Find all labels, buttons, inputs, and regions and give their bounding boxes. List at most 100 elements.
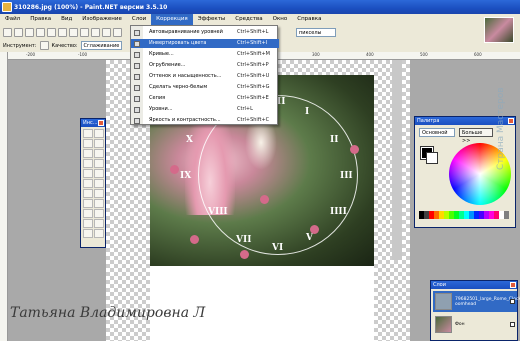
layer-item-background[interactable]: Фон — [433, 314, 517, 335]
clock-numeral: X — [186, 135, 193, 145]
print-icon[interactable] — [36, 27, 45, 37]
cut-icon[interactable] — [47, 27, 56, 37]
move-selection-icon[interactable] — [94, 139, 104, 148]
rounded-rect-icon[interactable] — [94, 219, 104, 228]
clone-stamp-icon[interactable] — [83, 199, 93, 208]
layer-item-clock[interactable]: 79682501_large_Rome_Clock_by_a_bl oomhea… — [433, 291, 520, 312]
canvas-scrollbar[interactable] — [392, 60, 402, 260]
palette-controls: Основной Больше >> — [419, 128, 493, 144]
menu-item-shortcut: Ctrl+Shift+L — [237, 29, 269, 35]
palette-mode-select[interactable]: Основной — [419, 128, 455, 137]
secondary-color-swatch[interactable] — [426, 152, 438, 164]
pan-icon[interactable] — [94, 159, 104, 168]
menu-adjustments[interactable]: Коррекция — [151, 14, 193, 25]
swatch[interactable] — [504, 211, 509, 219]
color-picker-icon[interactable] — [94, 189, 104, 198]
menu-utilities[interactable]: Средства — [230, 14, 267, 25]
menu-item-brightness-contrast[interactable]: Яркость и контрастность... Ctrl+Shift+C — [131, 116, 279, 125]
clock-numeral: V — [306, 233, 313, 243]
menu-item-shortcut: Ctrl+Shift+E — [237, 95, 269, 101]
quality-select[interactable]: Сглаживание — [80, 41, 123, 50]
adjustments-menu: Автовыравнивание уровней Ctrl+Shift+L Ин… — [130, 25, 279, 125]
redo-icon[interactable] — [113, 27, 122, 37]
rectangle-select-icon[interactable] — [83, 129, 93, 138]
clock-numeral: VI — [272, 243, 284, 253]
menu-item-levels[interactable]: Уровни... Ctrl+L — [131, 105, 279, 114]
watermark-text: Страна Мастеров — [496, 87, 506, 170]
menu-item-label: Оттенок и насыщенность... — [149, 73, 222, 79]
menu-item-shortcut: Ctrl+Shift+G — [237, 84, 270, 90]
more-button[interactable]: Больше >> — [459, 128, 493, 144]
layer-name: Фон — [455, 322, 465, 327]
quality-label: Качество: — [51, 42, 78, 49]
save-icon[interactable] — [25, 27, 34, 37]
crop-icon[interactable] — [80, 27, 89, 37]
rose — [240, 250, 249, 259]
window-title: 310286.jpg (100%) - Paint.NET версии 3.5… — [14, 3, 168, 11]
menu-edit[interactable]: Правка — [25, 14, 56, 25]
freeform-shape-icon[interactable] — [94, 229, 104, 238]
clock-numeral: I — [305, 107, 310, 117]
magic-wand-icon[interactable] — [83, 159, 93, 168]
menu-view[interactable]: Вид — [56, 14, 77, 25]
rectangle-icon[interactable] — [83, 219, 93, 228]
layer-visibility-checkbox[interactable] — [510, 299, 515, 304]
menu-image[interactable]: Изображение — [77, 14, 127, 25]
title-bar: 310286.jpg (100%) - Paint.NET версии 3.5… — [0, 0, 520, 14]
eraser-icon[interactable] — [94, 179, 104, 188]
menu-item-hue-saturation[interactable]: Оттенок и насыщенность... Ctrl+Shift+U — [131, 72, 279, 81]
color-swatches — [419, 211, 509, 219]
menu-item-label: Сепия — [149, 95, 166, 101]
menu-layers[interactable]: Слои — [127, 14, 151, 25]
image-thumbnail[interactable] — [484, 17, 514, 43]
paint-bucket-icon[interactable] — [83, 169, 93, 178]
tools-panel: Инс... — [80, 118, 106, 248]
ellipse-select-icon[interactable] — [83, 149, 93, 158]
menu-item-black-white[interactable]: Сделать черно-белым Ctrl+Shift+G — [131, 83, 279, 92]
tool-label: Инструмент: — [3, 42, 37, 49]
copy-icon[interactable] — [58, 27, 67, 37]
move-icon[interactable] — [94, 129, 104, 138]
clock-numeral: VII — [236, 235, 252, 245]
palette-title-text: Палитра — [417, 118, 440, 124]
menu-item-posterize[interactable]: Огрубление... Ctrl+Shift+P — [131, 61, 279, 70]
menu-item-shortcut: Ctrl+Shift+C — [237, 117, 270, 123]
line-icon[interactable] — [94, 209, 104, 218]
deselect-icon[interactable] — [91, 27, 100, 37]
clock-numeral: IX — [180, 171, 192, 181]
menu-item-curves[interactable]: Кривые... Ctrl+Shift+M — [131, 50, 279, 59]
paste-icon[interactable] — [69, 27, 78, 37]
zoom-icon[interactable] — [94, 149, 104, 158]
menu-effects[interactable]: Эффекты — [193, 14, 231, 25]
menu-item-shortcut: Ctrl+Shift+U — [237, 73, 270, 79]
sepia-icon — [134, 95, 140, 102]
close-icon[interactable] — [508, 118, 514, 124]
tool-select-icon[interactable] — [39, 41, 49, 50]
menu-help[interactable]: Справка — [292, 14, 326, 25]
menu-item-label: Инвертировать цвета — [149, 40, 207, 46]
menu-item-shortcut: Ctrl+Shift+M — [237, 51, 270, 57]
menu-item-sepia[interactable]: Сепия Ctrl+Shift+E — [131, 94, 279, 103]
layer-visibility-checkbox[interactable] — [510, 322, 515, 327]
units-select[interactable]: пикселы — [296, 27, 336, 37]
undo-icon[interactable] — [102, 27, 111, 37]
open-file-icon[interactable] — [14, 27, 23, 37]
paintbrush-icon[interactable] — [83, 179, 93, 188]
new-file-icon[interactable] — [3, 27, 12, 37]
menu-item-label: Уровни... — [149, 106, 173, 112]
posterize-icon — [134, 62, 140, 69]
ellipse-icon[interactable] — [83, 229, 93, 238]
menu-item-auto-level[interactable]: Автовыравнивание уровней Ctrl+Shift+L — [131, 28, 279, 37]
close-icon[interactable] — [98, 120, 104, 126]
menu-item-invert-colors[interactable]: Инвертировать цвета Ctrl+Shift+I — [131, 39, 279, 48]
close-icon[interactable] — [510, 282, 516, 288]
menu-window[interactable]: Окно — [268, 14, 293, 25]
recolor-icon[interactable] — [94, 199, 104, 208]
invert-colors-icon — [134, 40, 140, 47]
pencil-icon[interactable] — [83, 189, 93, 198]
clock-numeral: IIII — [330, 207, 347, 217]
menu-file[interactable]: Файл — [0, 14, 25, 25]
text-icon[interactable] — [83, 209, 93, 218]
lasso-icon[interactable] — [83, 139, 93, 148]
gradient-icon[interactable] — [94, 169, 104, 178]
